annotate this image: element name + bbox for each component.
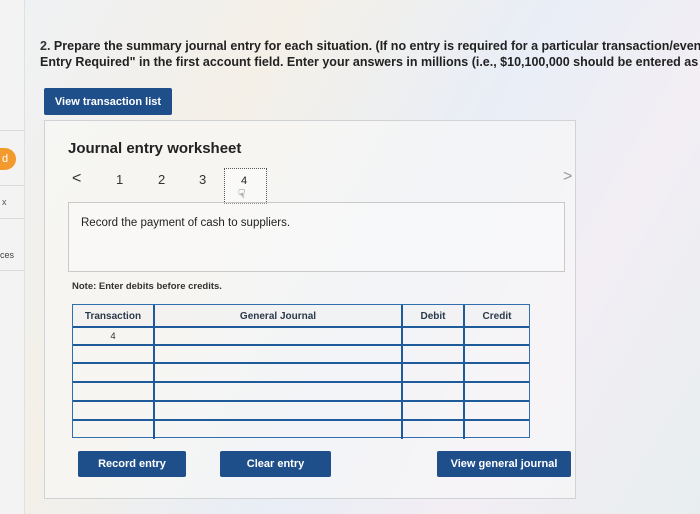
transaction-cell: 4 — [110, 331, 116, 342]
page-link-2[interactable]: 2 — [158, 172, 165, 187]
transaction-description: Record the payment of cash to suppliers. — [81, 217, 291, 229]
question-number: 2. — [40, 39, 51, 53]
record-entry-button[interactable]: Record entry — [78, 451, 186, 477]
view-general-journal-button[interactable]: View general journal — [437, 451, 571, 477]
worksheet-title: Journal entry worksheet — [68, 140, 242, 157]
row-divider — [73, 419, 529, 421]
header-general-journal: General Journal — [155, 305, 401, 327]
sidebar-divider — [0, 130, 24, 131]
hand-cursor-icon: ☟ — [238, 187, 246, 201]
header-credit: Credit — [465, 305, 529, 327]
page-link-1[interactable]: 1 — [116, 172, 123, 187]
prev-page-arrow-icon[interactable]: < — [72, 170, 81, 188]
debit-credit-note: Note: Enter debits before credits. — [72, 281, 222, 292]
sidebar-label[interactable]: ces — [0, 250, 14, 260]
row-divider — [73, 381, 529, 383]
view-transaction-list-button[interactable]: View transaction list — [44, 88, 172, 115]
sidebar-divider — [0, 270, 24, 271]
instructions-line-1: Prepare the summary journal entry for ea… — [53, 39, 700, 53]
instructions-line-2: Entry Required" in the first account fie… — [40, 55, 700, 69]
row-divider — [73, 326, 529, 328]
journal-entry-table: Transaction General Journal Debit Credit… — [72, 304, 530, 439]
header-transaction: Transaction — [73, 305, 153, 327]
header-debit: Debit — [403, 305, 463, 327]
active-page-number: 4 — [241, 175, 248, 187]
next-page-arrow-icon[interactable]: > — [563, 168, 572, 186]
page-link-4-active[interactable]: 4 ☟ — [224, 168, 267, 204]
sidebar-mark: x — [2, 197, 7, 207]
instructions: 2. Prepare the summary journal entry for… — [40, 38, 700, 70]
sidebar-divider — [0, 218, 24, 219]
row-divider — [73, 400, 529, 402]
transaction-description-box: Record the payment of cash to suppliers. — [68, 202, 565, 272]
row-divider — [73, 344, 529, 346]
clear-entry-button[interactable]: Clear entry — [220, 451, 331, 477]
page-link-3[interactable]: 3 — [199, 172, 206, 187]
sidebar-divider — [0, 185, 24, 186]
row-divider — [73, 362, 529, 364]
